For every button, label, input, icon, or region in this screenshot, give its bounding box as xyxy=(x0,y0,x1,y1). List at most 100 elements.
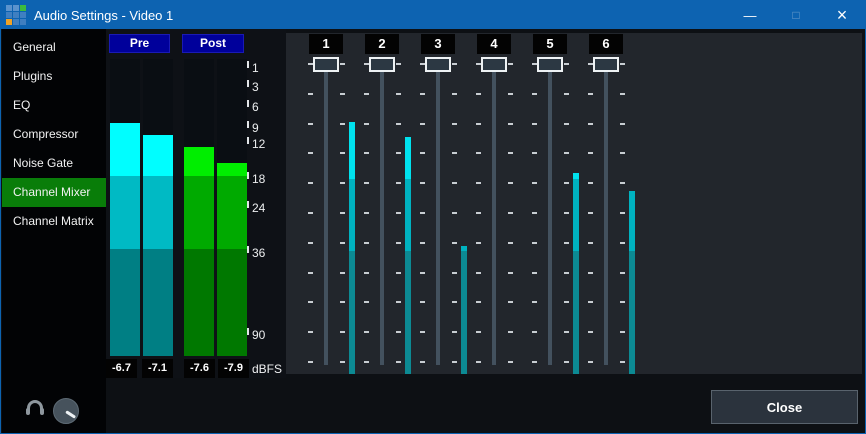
fader-tick xyxy=(308,182,313,184)
fader-handle-ch5[interactable] xyxy=(537,57,563,72)
fader-tick xyxy=(564,123,569,125)
fader-tick xyxy=(452,331,457,333)
scale-mark: 12 xyxy=(247,137,265,150)
fader-handle-ch6[interactable] xyxy=(593,57,619,72)
meter-bar-segment xyxy=(110,176,140,249)
sidebar-item-plugins[interactable]: Plugins xyxy=(2,62,106,91)
fader-tick xyxy=(340,331,345,333)
headphone-volume-knob[interactable] xyxy=(53,398,79,424)
close-window-button[interactable]: × xyxy=(819,1,865,29)
fader-tick xyxy=(508,301,513,303)
fader-track-ch4[interactable] xyxy=(492,59,496,365)
scale-label: 24 xyxy=(252,202,265,214)
fader-tick xyxy=(420,212,425,214)
fader-tick xyxy=(340,361,345,363)
fader-tick xyxy=(508,242,513,244)
fader-tick xyxy=(476,93,481,95)
fader-tick xyxy=(396,182,401,184)
fader-tick xyxy=(588,93,593,95)
fader-tick xyxy=(308,272,313,274)
sidebar-item-channel-mixer[interactable]: Channel Mixer xyxy=(2,178,106,207)
fader-tick xyxy=(564,93,569,95)
fader-tick xyxy=(420,182,425,184)
fader-tick xyxy=(452,63,457,65)
fader-tick xyxy=(588,182,593,184)
fader-tick xyxy=(420,242,425,244)
meter-bar-segment xyxy=(217,249,247,356)
fader-track-ch6[interactable] xyxy=(604,59,608,365)
fader-tick xyxy=(452,272,457,274)
fader-tick xyxy=(620,93,625,95)
meter-bar-segment xyxy=(184,147,214,176)
fader-tick xyxy=(476,272,481,274)
fader-tick xyxy=(308,93,313,95)
scale-mark: 90 xyxy=(247,328,265,341)
fader-tick xyxy=(532,242,537,244)
channel-level-meter-ch5 xyxy=(573,251,579,374)
fader-tick xyxy=(588,212,593,214)
channel-number-5: 5 xyxy=(533,34,567,54)
fader-tick xyxy=(508,152,513,154)
fader-tick xyxy=(564,242,569,244)
fader-tick xyxy=(508,361,513,363)
scale-tick xyxy=(247,121,249,128)
fader-tick xyxy=(364,331,369,333)
close-button[interactable]: Close xyxy=(711,390,858,424)
fader-tick xyxy=(588,123,593,125)
maximize-button[interactable]: □ xyxy=(773,1,819,29)
sidebar-item-eq[interactable]: EQ xyxy=(2,91,106,120)
fader-tick xyxy=(620,152,625,154)
fader-tick xyxy=(340,123,345,125)
fader-tick xyxy=(420,272,425,274)
audio-settings-window: Audio Settings - Video 1 — □ × GeneralPl… xyxy=(0,0,866,434)
fader-track-ch2[interactable] xyxy=(380,59,384,365)
fader-tick xyxy=(532,212,537,214)
fader-track-ch5[interactable] xyxy=(548,59,552,365)
scale-mark: 6 xyxy=(247,100,259,113)
scale-mark: 3 xyxy=(247,80,259,93)
fader-tick xyxy=(396,242,401,244)
fader-tick xyxy=(564,212,569,214)
fader-track-ch1[interactable] xyxy=(324,59,328,365)
fader-tick xyxy=(620,212,625,214)
fader-tick xyxy=(420,361,425,363)
fader-tick xyxy=(420,301,425,303)
fader-handle-ch1[interactable] xyxy=(313,57,339,72)
scale-mark: 18 xyxy=(247,172,265,185)
fader-tick xyxy=(508,182,513,184)
fader-tick xyxy=(396,272,401,274)
scale-tick xyxy=(247,246,249,253)
channel-level-meter-ch6 xyxy=(629,191,635,251)
fader-tick xyxy=(396,301,401,303)
fader-tick xyxy=(340,93,345,95)
channel-level-meter-ch2 xyxy=(405,251,411,374)
fader-tick xyxy=(396,152,401,154)
channel-level-meter-ch1 xyxy=(349,179,355,251)
fader-tick xyxy=(340,272,345,274)
fader-handle-ch2[interactable] xyxy=(369,57,395,72)
fader-handle-ch4[interactable] xyxy=(481,57,507,72)
fader-tick xyxy=(364,152,369,154)
scale-tick xyxy=(247,201,249,208)
channel-number-2: 2 xyxy=(365,34,399,54)
meter-reading: -7.6 xyxy=(184,359,215,378)
fader-tick xyxy=(364,182,369,184)
sidebar-item-channel-matrix[interactable]: Channel Matrix xyxy=(2,207,106,236)
fader-tick xyxy=(476,331,481,333)
fader-tick xyxy=(564,182,569,184)
minimize-button[interactable]: — xyxy=(727,1,773,29)
fader-tick xyxy=(452,361,457,363)
sidebar-item-compressor[interactable]: Compressor xyxy=(2,120,106,149)
fader-tick xyxy=(532,301,537,303)
meter-bar-segment xyxy=(217,176,247,249)
channel-level-meter-ch5 xyxy=(573,179,579,251)
meter-bar-segment xyxy=(110,123,140,176)
sidebar-item-general[interactable]: General xyxy=(2,33,106,62)
scale-label: 3 xyxy=(252,81,259,93)
fader-track-ch3[interactable] xyxy=(436,59,440,365)
sidebar-item-noise-gate[interactable]: Noise Gate xyxy=(2,149,106,178)
fader-tick xyxy=(364,93,369,95)
fader-handle-ch3[interactable] xyxy=(425,57,451,72)
meter-bar-segment xyxy=(184,176,214,249)
scale-label: 18 xyxy=(252,173,265,185)
